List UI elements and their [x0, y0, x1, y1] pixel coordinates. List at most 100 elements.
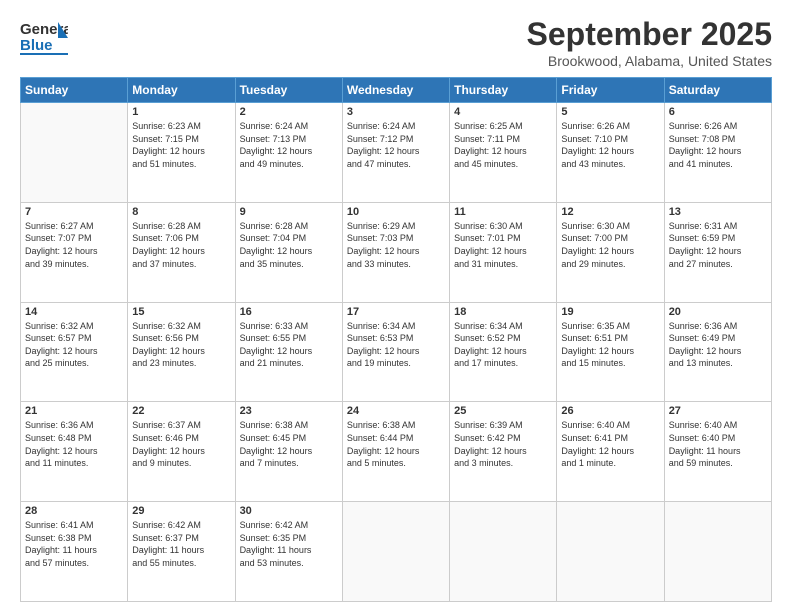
day-number: 10	[347, 206, 445, 218]
day-number: 6	[669, 106, 767, 118]
calendar-cell: 5 Sunrise: 6:26 AM Sunset: 7:10 PM Daylig…	[557, 103, 664, 203]
weekday-header: Saturday	[664, 78, 771, 103]
day-info: Sunrise: 6:37 AM Sunset: 6:46 PM Dayligh…	[132, 419, 230, 469]
day-number: 27	[669, 405, 767, 417]
calendar-cell: 21 Sunrise: 6:36 AM Sunset: 6:48 PM Dayli…	[21, 402, 128, 502]
day-number: 14	[25, 306, 123, 318]
day-number: 18	[454, 306, 552, 318]
calendar-cell: 29 Sunrise: 6:42 AM Sunset: 6:37 PM Dayli…	[128, 502, 235, 602]
day-info: Sunrise: 6:25 AM Sunset: 7:11 PM Dayligh…	[454, 120, 552, 170]
weekday-header: Sunday	[21, 78, 128, 103]
day-number: 12	[561, 206, 659, 218]
day-number: 1	[132, 106, 230, 118]
calendar-cell	[342, 502, 449, 602]
day-number: 25	[454, 405, 552, 417]
day-number: 13	[669, 206, 767, 218]
day-number: 22	[132, 405, 230, 417]
day-info: Sunrise: 6:42 AM Sunset: 6:37 PM Dayligh…	[132, 519, 230, 569]
svg-text:Blue: Blue	[20, 37, 53, 54]
day-number: 16	[240, 306, 338, 318]
title-block: September 2025 Brookwood, Alabama, Unite…	[527, 16, 772, 69]
calendar-cell: 6 Sunrise: 6:26 AM Sunset: 7:08 PM Daylig…	[664, 103, 771, 203]
weekday-header: Tuesday	[235, 78, 342, 103]
day-info: Sunrise: 6:33 AM Sunset: 6:55 PM Dayligh…	[240, 320, 338, 370]
calendar-cell: 15Sunrise: 6:32 AM Sunset: 6:56 PM Dayli…	[128, 302, 235, 402]
calendar-cell: 10 Sunrise: 6:29 AM Sunset: 7:03 PM Dayli…	[342, 202, 449, 302]
day-number: 3	[347, 106, 445, 118]
day-number: 8	[132, 206, 230, 218]
calendar-cell: 7Sunrise: 6:27 AM Sunset: 7:07 PM Daylig…	[21, 202, 128, 302]
day-number: 17	[347, 306, 445, 318]
calendar-cell	[664, 502, 771, 602]
calendar-cell: 25 Sunrise: 6:39 AM Sunset: 6:42 PM Dayli…	[450, 402, 557, 502]
day-info: Sunrise: 6:41 AM Sunset: 6:38 PM Dayligh…	[25, 519, 123, 569]
day-info: Sunrise: 6:26 AM Sunset: 7:10 PM Dayligh…	[561, 120, 659, 170]
day-info: Sunrise: 6:38 AM Sunset: 6:44 PM Dayligh…	[347, 419, 445, 469]
calendar-cell: 22 Sunrise: 6:37 AM Sunset: 6:46 PM Dayli…	[128, 402, 235, 502]
calendar-cell	[557, 502, 664, 602]
calendar-cell: 16 Sunrise: 6:33 AM Sunset: 6:55 PM Dayli…	[235, 302, 342, 402]
calendar-cell: 9 Sunrise: 6:28 AM Sunset: 7:04 PM Daylig…	[235, 202, 342, 302]
day-number: 4	[454, 106, 552, 118]
day-info: Sunrise: 6:28 AM Sunset: 7:04 PM Dayligh…	[240, 220, 338, 270]
day-info: Sunrise: 6:28 AM Sunset: 7:06 PM Dayligh…	[132, 220, 230, 270]
calendar-cell: 26 Sunrise: 6:40 AM Sunset: 6:41 PM Dayli…	[557, 402, 664, 502]
day-number: 29	[132, 505, 230, 517]
calendar-week-row: 7Sunrise: 6:27 AM Sunset: 7:07 PM Daylig…	[21, 202, 772, 302]
day-info: Sunrise: 6:32 AM Sunset: 6:57 PM Dayligh…	[25, 320, 123, 370]
weekday-row: SundayMondayTuesdayWednesdayThursdayFrid…	[21, 78, 772, 103]
day-number: 7	[25, 206, 123, 218]
day-info: Sunrise: 6:23 AM Sunset: 7:15 PM Dayligh…	[132, 120, 230, 170]
day-info: Sunrise: 6:26 AM Sunset: 7:08 PM Dayligh…	[669, 120, 767, 170]
calendar-cell: 30 Sunrise: 6:42 AM Sunset: 6:35 PM Dayli…	[235, 502, 342, 602]
calendar-cell: 18 Sunrise: 6:34 AM Sunset: 6:52 PM Dayli…	[450, 302, 557, 402]
calendar-cell	[21, 103, 128, 203]
day-number: 11	[454, 206, 552, 218]
weekday-header: Friday	[557, 78, 664, 103]
day-info: Sunrise: 6:36 AM Sunset: 6:48 PM Dayligh…	[25, 419, 123, 469]
calendar-cell: 17 Sunrise: 6:34 AM Sunset: 6:53 PM Dayli…	[342, 302, 449, 402]
day-info: Sunrise: 6:40 AM Sunset: 6:40 PM Dayligh…	[669, 419, 767, 469]
day-info: Sunrise: 6:38 AM Sunset: 6:45 PM Dayligh…	[240, 419, 338, 469]
calendar-cell: 8 Sunrise: 6:28 AM Sunset: 7:06 PM Daylig…	[128, 202, 235, 302]
calendar-week-row: 21 Sunrise: 6:36 AM Sunset: 6:48 PM Dayli…	[21, 402, 772, 502]
calendar-cell: 24Sunrise: 6:38 AM Sunset: 6:44 PM Dayli…	[342, 402, 449, 502]
calendar-week-row: 14 Sunrise: 6:32 AM Sunset: 6:57 PM Dayli…	[21, 302, 772, 402]
day-number: 2	[240, 106, 338, 118]
calendar-header: SundayMondayTuesdayWednesdayThursdayFrid…	[21, 78, 772, 103]
calendar-cell	[450, 502, 557, 602]
header: General Blue September 2025 Brookwood, A…	[20, 16, 772, 69]
day-number: 19	[561, 306, 659, 318]
day-number: 26	[561, 405, 659, 417]
day-info: Sunrise: 6:42 AM Sunset: 6:35 PM Dayligh…	[240, 519, 338, 569]
calendar-table: SundayMondayTuesdayWednesdayThursdayFrid…	[20, 77, 772, 602]
calendar-cell: 28Sunrise: 6:41 AM Sunset: 6:38 PM Dayli…	[21, 502, 128, 602]
day-number: 5	[561, 106, 659, 118]
day-info: Sunrise: 6:34 AM Sunset: 6:52 PM Dayligh…	[454, 320, 552, 370]
weekday-header: Wednesday	[342, 78, 449, 103]
day-info: Sunrise: 6:36 AM Sunset: 6:49 PM Dayligh…	[669, 320, 767, 370]
calendar-body: 1 Sunrise: 6:23 AM Sunset: 7:15 PM Daylig…	[21, 103, 772, 602]
day-info: Sunrise: 6:34 AM Sunset: 6:53 PM Dayligh…	[347, 320, 445, 370]
calendar-week-row: 1 Sunrise: 6:23 AM Sunset: 7:15 PM Daylig…	[21, 103, 772, 203]
day-info: Sunrise: 6:30 AM Sunset: 7:01 PM Dayligh…	[454, 220, 552, 270]
calendar-cell: 11 Sunrise: 6:30 AM Sunset: 7:01 PM Dayli…	[450, 202, 557, 302]
day-info: Sunrise: 6:29 AM Sunset: 7:03 PM Dayligh…	[347, 220, 445, 270]
calendar-cell: 13 Sunrise: 6:31 AM Sunset: 6:59 PM Dayli…	[664, 202, 771, 302]
day-number: 9	[240, 206, 338, 218]
day-info: Sunrise: 6:39 AM Sunset: 6:42 PM Dayligh…	[454, 419, 552, 469]
day-number: 30	[240, 505, 338, 517]
month-title: September 2025	[527, 16, 772, 53]
weekday-header: Monday	[128, 78, 235, 103]
day-number: 20	[669, 306, 767, 318]
day-info: Sunrise: 6:31 AM Sunset: 6:59 PM Dayligh…	[669, 220, 767, 270]
page: General Blue September 2025 Brookwood, A…	[0, 0, 792, 612]
calendar-cell: 14 Sunrise: 6:32 AM Sunset: 6:57 PM Dayli…	[21, 302, 128, 402]
day-info: Sunrise: 6:24 AM Sunset: 7:13 PM Dayligh…	[240, 120, 338, 170]
weekday-header: Thursday	[450, 78, 557, 103]
day-info: Sunrise: 6:40 AM Sunset: 6:41 PM Dayligh…	[561, 419, 659, 469]
day-info: Sunrise: 6:30 AM Sunset: 7:00 PM Dayligh…	[561, 220, 659, 270]
day-number: 21	[25, 405, 123, 417]
calendar-cell: 4 Sunrise: 6:25 AM Sunset: 7:11 PM Daylig…	[450, 103, 557, 203]
calendar-cell: 19Sunrise: 6:35 AM Sunset: 6:51 PM Dayli…	[557, 302, 664, 402]
